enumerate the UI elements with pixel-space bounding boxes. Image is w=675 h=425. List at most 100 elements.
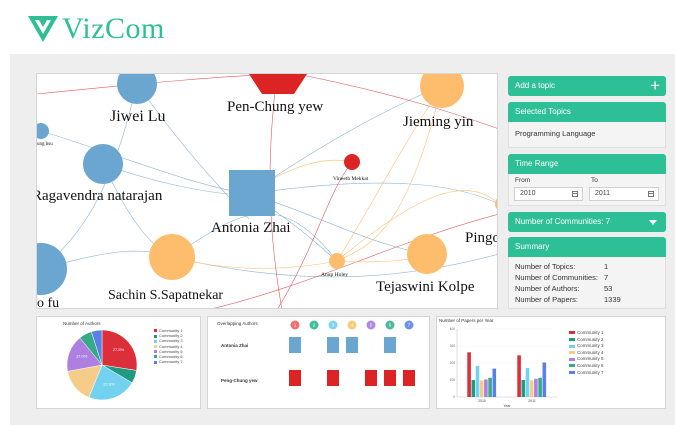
summary-row: Number of Communities: 7 — [509, 272, 665, 283]
graph-node[interactable] — [83, 144, 123, 184]
bar[interactable] — [467, 352, 471, 397]
legend-swatch — [154, 360, 157, 364]
legend-swatch — [569, 351, 575, 355]
summary-title: Summary — [515, 242, 550, 251]
chevron-down-icon[interactable] — [649, 220, 657, 225]
legend-swatch — [569, 357, 575, 361]
bar[interactable] — [475, 365, 480, 397]
papers-per-year-card: Number of Papers per Year 0 100 200 300 400 2… — [436, 316, 666, 409]
from-date-value: 2010 — [520, 190, 536, 197]
legend-swatch — [569, 364, 575, 368]
graph-node[interactable] — [149, 234, 195, 280]
overlap-cell[interactable] — [384, 370, 396, 386]
selected-topics-panel: Selected Topics Programming Language — [508, 102, 666, 148]
legend-item[interactable]: Community 6 — [569, 363, 604, 368]
bar[interactable] — [542, 362, 547, 397]
legend-swatch — [154, 355, 157, 359]
bar[interactable] — [517, 355, 521, 397]
add-topic-button[interactable]: Add a topic + — [508, 76, 666, 96]
y-tick-label: 400 — [450, 327, 456, 331]
summary-row: Number of Topics: 1 — [509, 261, 665, 272]
node-label: Pen-Chung yew — [227, 99, 324, 115]
legend-item[interactable]: Community 3 — [569, 343, 604, 348]
app-logo[interactable]: VizCom — [28, 12, 165, 46]
node-label: Anup Holey — [321, 272, 349, 278]
to-date-input[interactable]: 2011 — [589, 187, 659, 201]
legend-item[interactable]: Community 7 — [569, 370, 604, 375]
bar[interactable] — [521, 380, 526, 397]
bar[interactable] — [534, 378, 538, 397]
legend-item[interactable]: Community 1 — [569, 330, 604, 335]
overlap-cell[interactable] — [384, 337, 396, 353]
bar[interactable] — [479, 380, 484, 397]
legend-label: Community 7 — [577, 369, 604, 375]
legend-item[interactable]: Community 7 — [154, 359, 183, 364]
y-tick-label: 200 — [450, 361, 456, 365]
papers-bar-chart[interactable]: 0 100 200 300 400 2010 2011 Year — [437, 317, 666, 409]
from-date-input[interactable]: 2010 — [514, 187, 583, 201]
bar[interactable] — [529, 380, 534, 397]
overlap-cell[interactable] — [289, 370, 301, 386]
overlap-cell[interactable] — [327, 337, 339, 353]
selected-topic-item[interactable]: Programming Language — [508, 122, 666, 148]
plus-icon[interactable]: + — [650, 77, 660, 95]
legend-label: Community 4 — [577, 349, 604, 355]
node-label: Antonia Zhai — [211, 220, 291, 236]
legend-label: Community 6 — [577, 363, 604, 368]
summary-value: 1 — [604, 262, 609, 271]
overlap-cell[interactable] — [403, 370, 415, 386]
graph-node[interactable] — [420, 74, 464, 108]
legend-swatch — [569, 371, 575, 375]
overlapping-authors-card: Overlapping Authors 1234567 Antonia Zhai… — [207, 316, 430, 409]
legend-item[interactable]: Community 2 — [569, 337, 604, 342]
graph-node[interactable] — [229, 170, 275, 216]
summary-panel: Summary Number of Topics: 1 Number of Com… — [508, 237, 666, 309]
legend-item[interactable]: Community 4 — [569, 350, 604, 355]
graph-node[interactable] — [117, 74, 157, 104]
bar[interactable] — [488, 377, 492, 397]
y-tick-label: 0 — [453, 395, 455, 399]
author-network-graph[interactable]: Jiwei Lu Pen-Chung yew Jieming yin ung h… — [36, 73, 498, 309]
legend-label: Community 5 — [577, 356, 604, 362]
graph-edge — [171, 256, 338, 269]
bar[interactable] — [492, 368, 497, 397]
overlap-cell[interactable] — [365, 370, 377, 386]
add-topic-label: Add a topic — [515, 81, 556, 90]
graph-node[interactable] — [37, 243, 67, 295]
x-axis-label: Year — [503, 404, 511, 408]
overlap-author-label: Peng-Chung yew — [221, 378, 258, 383]
graph-node[interactable] — [329, 253, 345, 269]
summary-row: Number of Authors: 53 — [509, 283, 665, 294]
graph-node[interactable] — [37, 123, 49, 139]
bar[interactable] — [484, 379, 488, 397]
overlap-cell[interactable] — [346, 337, 358, 353]
pie-slice-label: 27.5% — [113, 347, 125, 352]
summary-key: Number of Communities: — [515, 273, 598, 282]
graph-node[interactable] — [344, 154, 360, 170]
graph-node[interactable] — [407, 234, 447, 274]
graph-node[interactable] — [495, 196, 498, 212]
node-label: Tejaswini Kolpe — [376, 279, 475, 295]
bar[interactable] — [525, 368, 530, 397]
graph-node[interactable] — [249, 74, 307, 94]
selected-topics-title: Selected Topics — [515, 107, 571, 116]
overlap-cell[interactable] — [327, 370, 339, 386]
legend-swatch — [154, 339, 157, 343]
app-header: VizCom — [10, 0, 675, 54]
calendar-icon[interactable] — [572, 191, 578, 197]
app-name: VizCom — [62, 12, 165, 45]
y-tick-label: 300 — [450, 344, 456, 348]
node-label: Ragavendra natarajan — [36, 188, 163, 204]
overlap-cell[interactable] — [289, 337, 301, 353]
bar[interactable] — [471, 380, 476, 397]
bar[interactable] — [538, 377, 542, 397]
node-label: Vineeth Mekkat — [333, 176, 369, 182]
calendar-icon[interactable] — [648, 191, 654, 197]
overlap-matrix[interactable]: 1234567 — [208, 317, 430, 409]
summary-value: 1339 — [604, 295, 621, 304]
legend-item[interactable]: Community 5 — [569, 356, 604, 361]
x-tick-label: 2010 — [478, 399, 486, 403]
communities-dropdown[interactable]: Number of Communities: 7 — [508, 212, 666, 232]
authors-pie-card: Number of Authors 27.5% 22.6% 17.0% Commun… — [36, 316, 201, 409]
node-label: Jiwei Lu — [110, 108, 166, 125]
